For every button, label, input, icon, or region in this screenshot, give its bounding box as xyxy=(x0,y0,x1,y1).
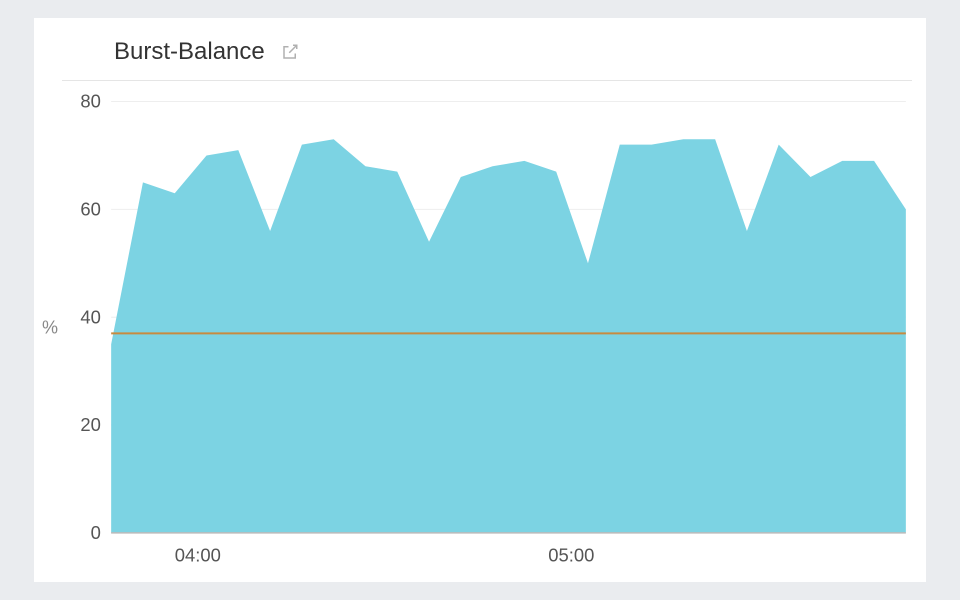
svg-text:60: 60 xyxy=(80,199,101,220)
svg-text:04:00: 04:00 xyxy=(175,545,221,566)
area-chart: 0 20 40 60 80 04:00 05:00 xyxy=(62,81,912,574)
svg-text:20: 20 xyxy=(80,414,101,435)
svg-text:0: 0 xyxy=(91,522,101,543)
svg-text:40: 40 xyxy=(80,306,101,327)
chart-header: Burst-Balance xyxy=(62,34,912,81)
svg-text:80: 80 xyxy=(80,91,101,112)
external-link-icon[interactable] xyxy=(281,43,299,61)
chart-area: % 02040608004:0005:00 xyxy=(62,81,912,574)
svg-text:05:00: 05:00 xyxy=(548,545,594,566)
chart-title: Burst-Balance xyxy=(114,38,265,66)
y-axis-label: % xyxy=(42,317,58,338)
chart-card: Burst-Balance % 0 20 40 60 80 04:00 05:00 xyxy=(34,18,926,582)
